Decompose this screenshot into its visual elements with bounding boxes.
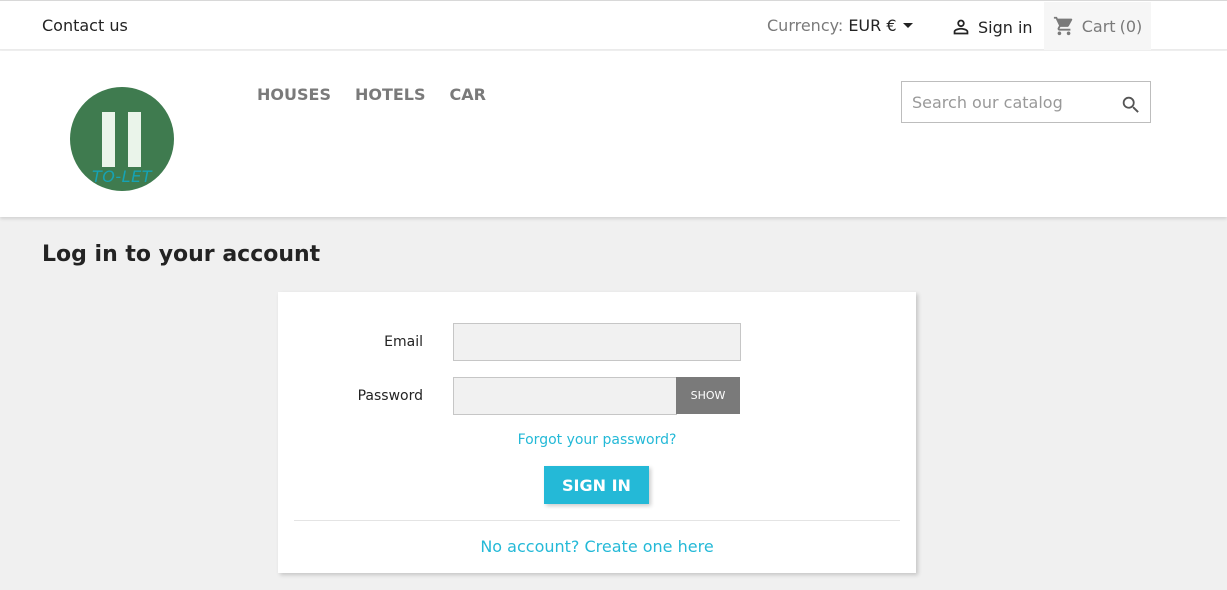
email-label: Email — [384, 334, 423, 350]
sign-in-label: Sign in — [978, 17, 1033, 37]
currency-value[interactable]: EUR € — [848, 16, 896, 35]
page-title: Log in to your account — [42, 242, 321, 267]
create-account-link[interactable]: No account? Create one here — [278, 537, 916, 556]
chevron-down-icon[interactable] — [902, 23, 913, 28]
nav-item-car[interactable]: CAR — [450, 85, 486, 104]
cart-count: (0) — [1119, 16, 1143, 36]
currency-label: Currency: — [767, 16, 844, 35]
cart-label: Cart — [1081, 16, 1116, 36]
main-nav: HOUSES HOTELS CAR — [257, 85, 486, 104]
divider — [294, 520, 900, 521]
shopping-cart-icon — [1053, 16, 1073, 36]
email-field[interactable] — [453, 323, 741, 361]
search-icon[interactable] — [1120, 94, 1142, 116]
site-logo[interactable]: TO-LET — [70, 87, 174, 191]
show-password-button[interactable]: SHOW — [676, 377, 740, 414]
sign-in-link[interactable]: Sign in — [950, 16, 1033, 38]
cart-button[interactable]: Cart (0) — [1044, 2, 1151, 50]
sign-in-button[interactable]: SIGN IN — [544, 466, 649, 504]
search-input[interactable] — [902, 82, 1112, 122]
password-field[interactable] — [453, 377, 677, 415]
login-form: Email Password SHOW Forgot your password… — [278, 292, 916, 573]
logo-bar — [102, 112, 115, 167]
top-bar: Contact us Currency: EUR € Sign in Cart … — [0, 0, 1227, 50]
logo-bar — [128, 112, 141, 167]
password-label: Password — [357, 388, 423, 404]
nav-item-houses[interactable]: HOUSES — [257, 85, 331, 104]
search-box — [901, 81, 1151, 123]
user-icon — [953, 19, 969, 35]
contact-us-link[interactable]: Contact us — [42, 16, 128, 35]
site-header: TO-LET HOUSES HOTELS CAR — [0, 51, 1227, 217]
currency-selector[interactable]: Currency: EUR € — [767, 16, 913, 35]
forgot-password-link[interactable]: Forgot your password? — [278, 432, 916, 448]
nav-item-hotels[interactable]: HOTELS — [355, 85, 426, 104]
logo-text: TO-LET — [92, 167, 152, 186]
